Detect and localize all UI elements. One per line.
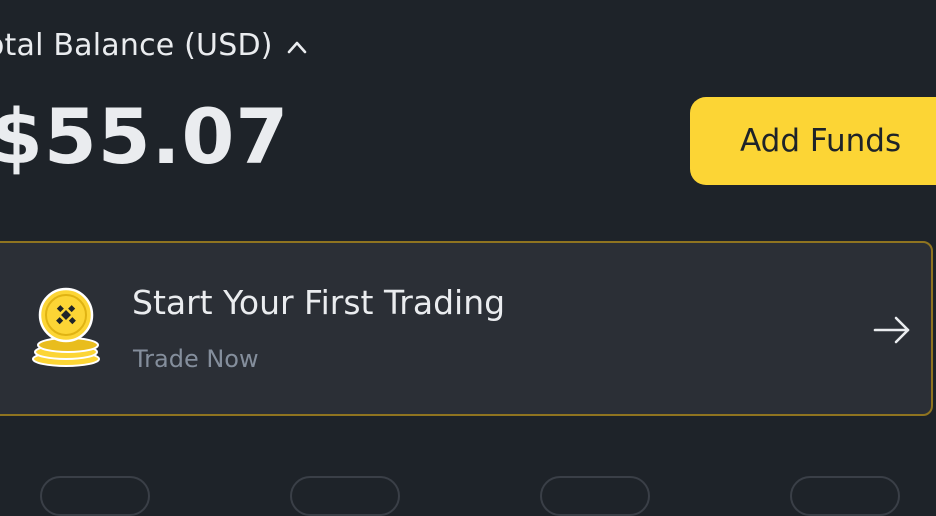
- start-trading-card[interactable]: Start Your First Trading Trade Now: [0, 241, 933, 416]
- arrow-right-icon[interactable]: [872, 315, 912, 345]
- total-balance-amount: $55.07: [0, 92, 290, 181]
- balance-toggle[interactable]: otal Balance (USD): [0, 28, 307, 63]
- total-balance-label: otal Balance (USD): [0, 28, 273, 63]
- coin-stack-icon: [26, 285, 106, 369]
- add-funds-button[interactable]: Add Funds: [690, 97, 936, 185]
- promo-title: Start Your First Trading: [132, 283, 506, 322]
- shortcut-button[interactable]: [790, 476, 900, 516]
- shortcut-button[interactable]: [540, 476, 650, 516]
- shortcut-button[interactable]: [290, 476, 400, 516]
- chevron-up-icon[interactable]: [287, 38, 307, 58]
- add-funds-label: Add Funds: [740, 123, 902, 159]
- shortcut-button[interactable]: [40, 476, 150, 516]
- trade-now-link[interactable]: Trade Now: [133, 345, 259, 373]
